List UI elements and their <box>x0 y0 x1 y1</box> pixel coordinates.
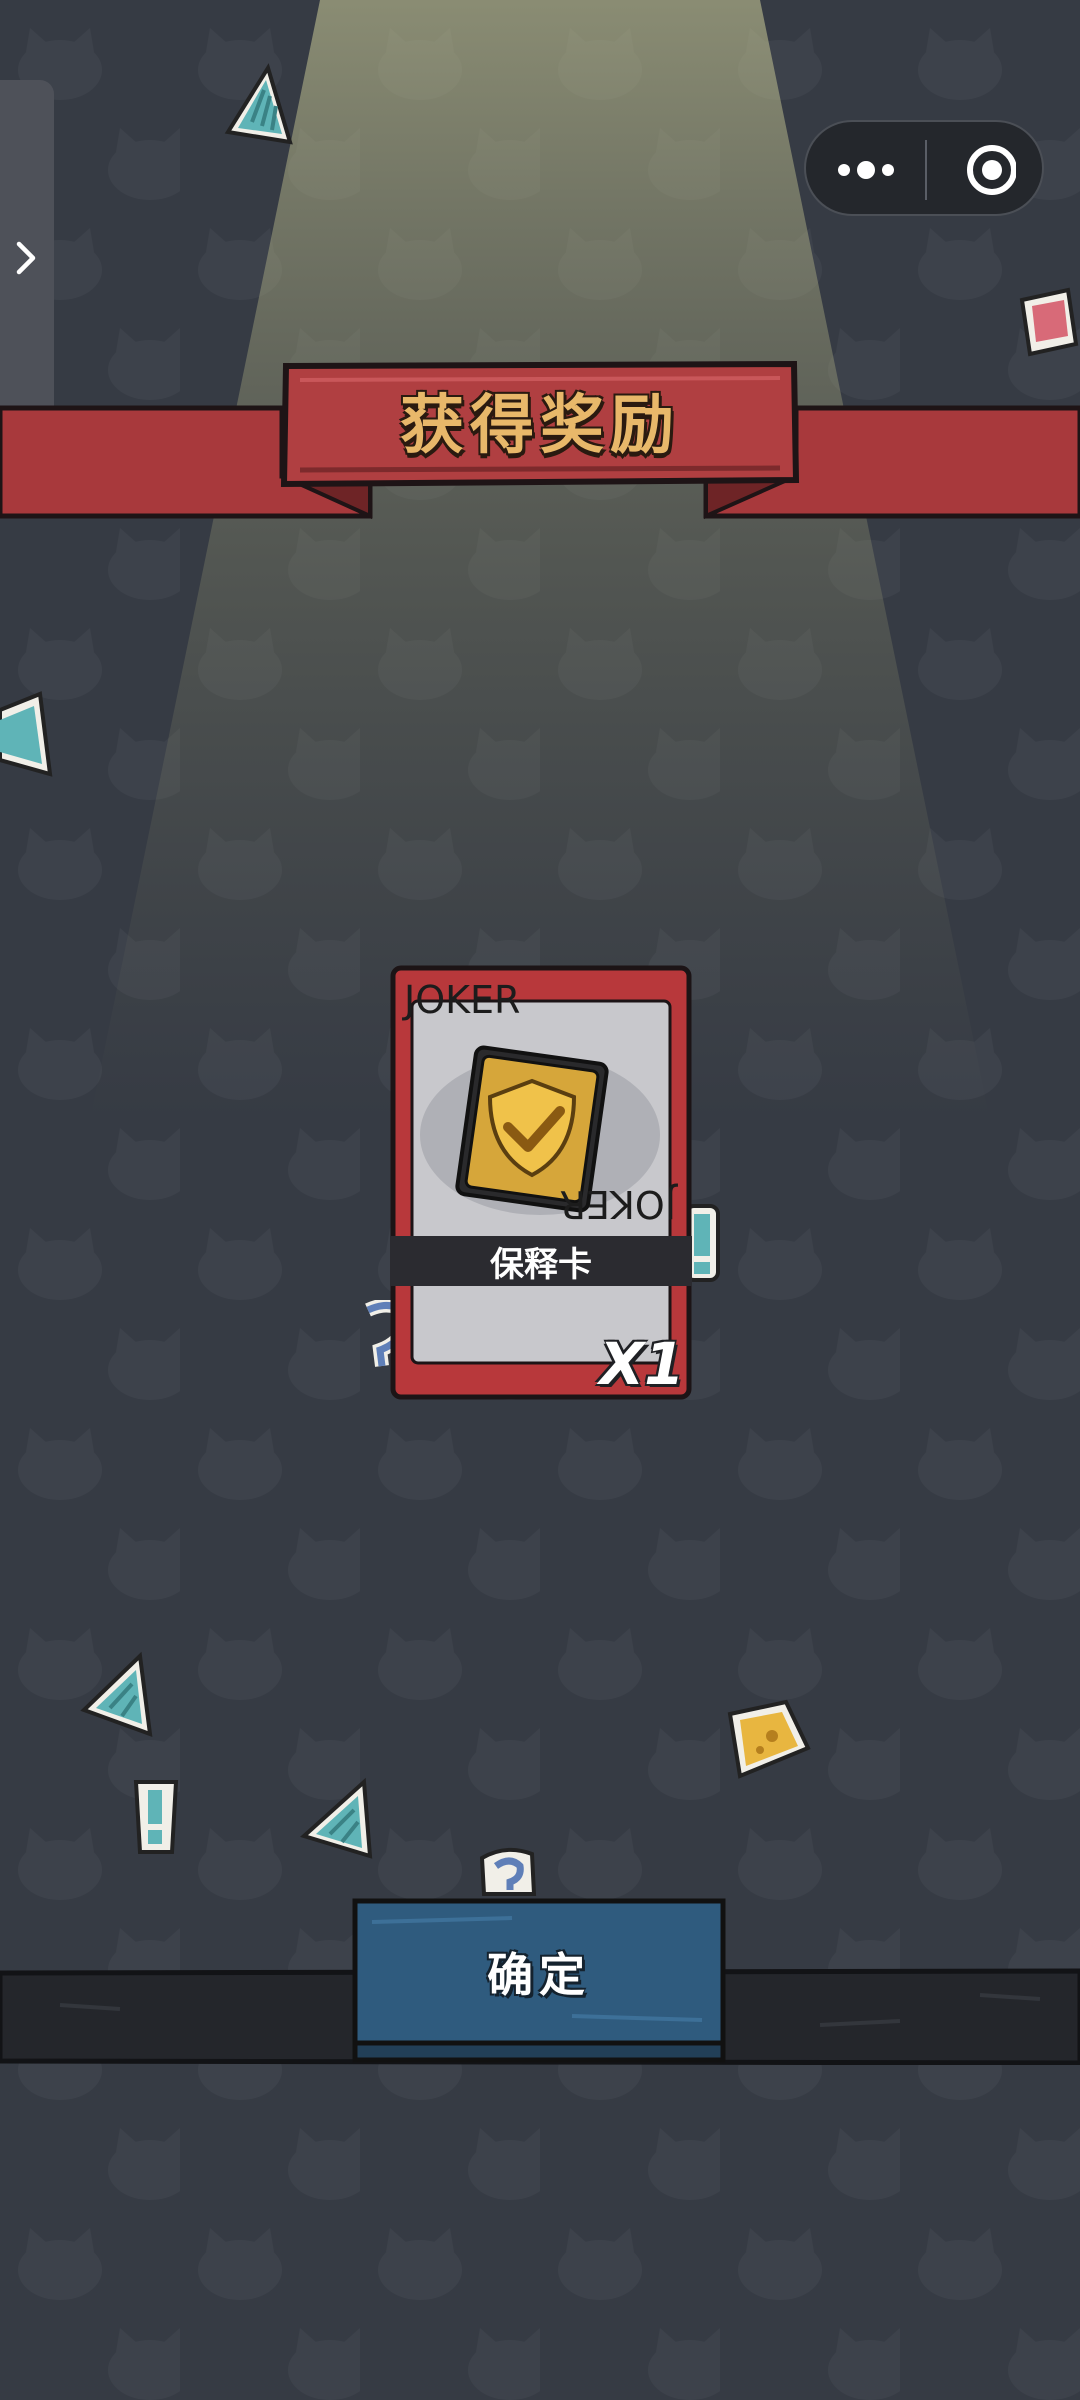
chevron-right-icon <box>16 241 36 275</box>
triangle-sticker-icon <box>80 1651 153 1738</box>
confirm-label: 确定 <box>487 1948 591 2002</box>
card-corner-text-bottom: JOKER <box>560 1182 676 1226</box>
card-sticker-icon <box>1019 287 1079 357</box>
menu-capsule <box>804 120 1044 216</box>
cheese-sticker-icon <box>727 1699 811 1779</box>
confirm-button[interactable]: 确定 <box>352 1898 726 2064</box>
close-button[interactable] <box>952 140 1017 200</box>
triangle-sticker-icon <box>224 63 293 145</box>
target-close-icon <box>967 145 1017 195</box>
more-button[interactable] <box>834 140 898 200</box>
more-dots-icon <box>838 161 894 179</box>
question-sticker-icon <box>479 1847 537 1896</box>
exclaim-sticker-icon <box>133 1780 179 1854</box>
page-title: 获得奖励 <box>400 389 680 463</box>
triangle-sticker-icon <box>0 691 53 777</box>
capsule-divider <box>925 140 927 200</box>
card-corner-text-top: JOKER <box>404 978 520 1022</box>
reward-quantity: X1 <box>599 1330 685 1398</box>
reward-item-name: 保释卡 <box>490 1244 592 1285</box>
triangle-sticker-icon <box>300 1777 373 1859</box>
